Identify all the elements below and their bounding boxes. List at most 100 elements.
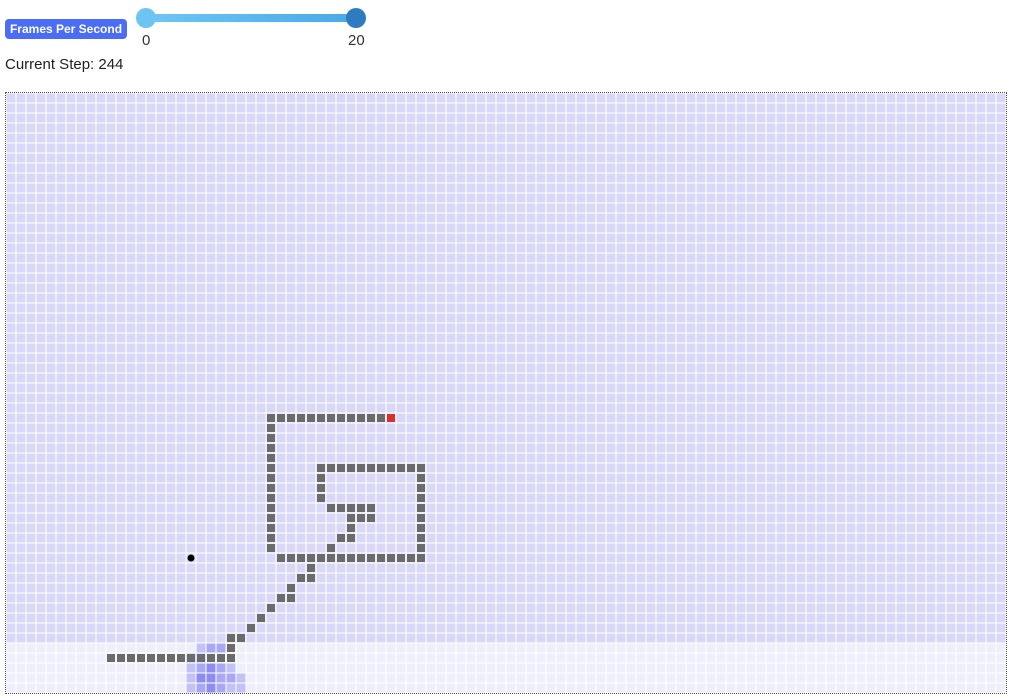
slider-max-thumb[interactable]	[346, 8, 366, 28]
snake-segment	[357, 414, 365, 422]
snake-segment	[307, 564, 315, 572]
snake-segment	[407, 554, 415, 562]
snake-segment	[347, 554, 355, 562]
snake-segment	[267, 454, 275, 462]
snake-segment	[417, 554, 425, 562]
snake-segment	[417, 524, 425, 532]
snake-segment	[297, 574, 305, 582]
snake-segment	[337, 414, 345, 422]
heat-cell	[226, 683, 236, 693]
snake-segment	[327, 504, 335, 512]
snake-segment	[287, 414, 295, 422]
snake-segment	[227, 634, 235, 642]
snake-segment	[417, 544, 425, 552]
heat-cell	[196, 643, 206, 653]
snake-segment	[397, 554, 405, 562]
snake-segment	[347, 464, 355, 472]
snake-segment	[307, 574, 315, 582]
snake-segment	[367, 504, 375, 512]
snake-segment	[237, 634, 245, 642]
snake-segment	[367, 414, 375, 422]
snake-segment	[267, 494, 275, 502]
heat-cell	[206, 683, 216, 693]
snake-segment	[327, 544, 335, 552]
snake-segment	[307, 414, 315, 422]
snake-segment	[267, 514, 275, 522]
snake-segment	[337, 554, 345, 562]
snake-segment	[267, 464, 275, 472]
heat-cell	[196, 663, 206, 673]
snake-segment	[417, 484, 425, 492]
snake-segment	[267, 444, 275, 452]
snake-segment	[287, 594, 295, 602]
snake-segment	[107, 654, 115, 662]
game-board[interactable]	[5, 92, 1007, 694]
snake-segment	[297, 554, 305, 562]
snake-segment	[367, 464, 375, 472]
heat-cell	[216, 673, 226, 683]
snake-segment	[337, 464, 345, 472]
heat-cell	[206, 673, 216, 683]
heat-cell	[206, 663, 216, 673]
snake-segment	[347, 524, 355, 532]
snake-segment	[367, 554, 375, 562]
snake-segment	[267, 524, 275, 532]
snake-segment	[177, 654, 185, 662]
snake-segment	[347, 514, 355, 522]
snake-segment	[267, 604, 275, 612]
snake-segment	[267, 424, 275, 432]
snake-segment	[317, 554, 325, 562]
food-pellet	[187, 554, 195, 562]
snake-segment	[397, 464, 405, 472]
heat-cell	[216, 643, 226, 653]
snake-segment	[417, 504, 425, 512]
snake-segment	[367, 514, 375, 522]
snake-segment	[317, 474, 325, 482]
snake-segment	[377, 414, 385, 422]
slider-min-label: 0	[142, 32, 151, 49]
snake-segment	[327, 554, 335, 562]
fps-button[interactable]: Frames Per Second	[5, 19, 127, 39]
snake-segment	[417, 474, 425, 482]
snake-segment	[317, 464, 325, 472]
snake-segment	[137, 654, 145, 662]
snake-segment	[297, 414, 305, 422]
snake-segment	[357, 504, 365, 512]
snake-segment	[157, 654, 165, 662]
game-board-canvas	[6, 93, 1006, 693]
heat-cell	[196, 673, 206, 683]
snake-segment	[357, 514, 365, 522]
heat-cell	[236, 673, 246, 683]
snake-segment	[167, 654, 175, 662]
snake-segment	[267, 474, 275, 482]
snake-segment	[267, 544, 275, 552]
snake-segment	[417, 494, 425, 502]
heat-cell	[216, 663, 226, 673]
fps-slider[interactable]: 0 20	[136, 6, 376, 50]
snake-segment	[257, 614, 265, 622]
snake-segment	[267, 484, 275, 492]
snake-segment	[267, 434, 275, 442]
snake-segment	[327, 414, 335, 422]
slider-min-thumb[interactable]	[136, 8, 156, 28]
heat-cell	[226, 663, 236, 673]
snake-segment	[277, 414, 285, 422]
snake-segment	[187, 654, 195, 662]
snake-segment	[337, 504, 345, 512]
snake-head	[387, 414, 395, 422]
snake-segment	[417, 534, 425, 542]
snake-segment	[387, 464, 395, 472]
snake-segment	[227, 654, 235, 662]
snake-segment	[317, 484, 325, 492]
snake-segment	[277, 554, 285, 562]
snake-segment	[267, 414, 275, 422]
heat-cell	[186, 683, 196, 693]
snake-segment	[357, 554, 365, 562]
snake-segment	[307, 554, 315, 562]
snake-segment	[217, 654, 225, 662]
slider-max-label: 20	[348, 32, 365, 49]
heat-cell	[206, 643, 216, 653]
slider-track[interactable]	[146, 14, 356, 22]
snake-segment	[417, 514, 425, 522]
heat-cell	[186, 673, 196, 683]
